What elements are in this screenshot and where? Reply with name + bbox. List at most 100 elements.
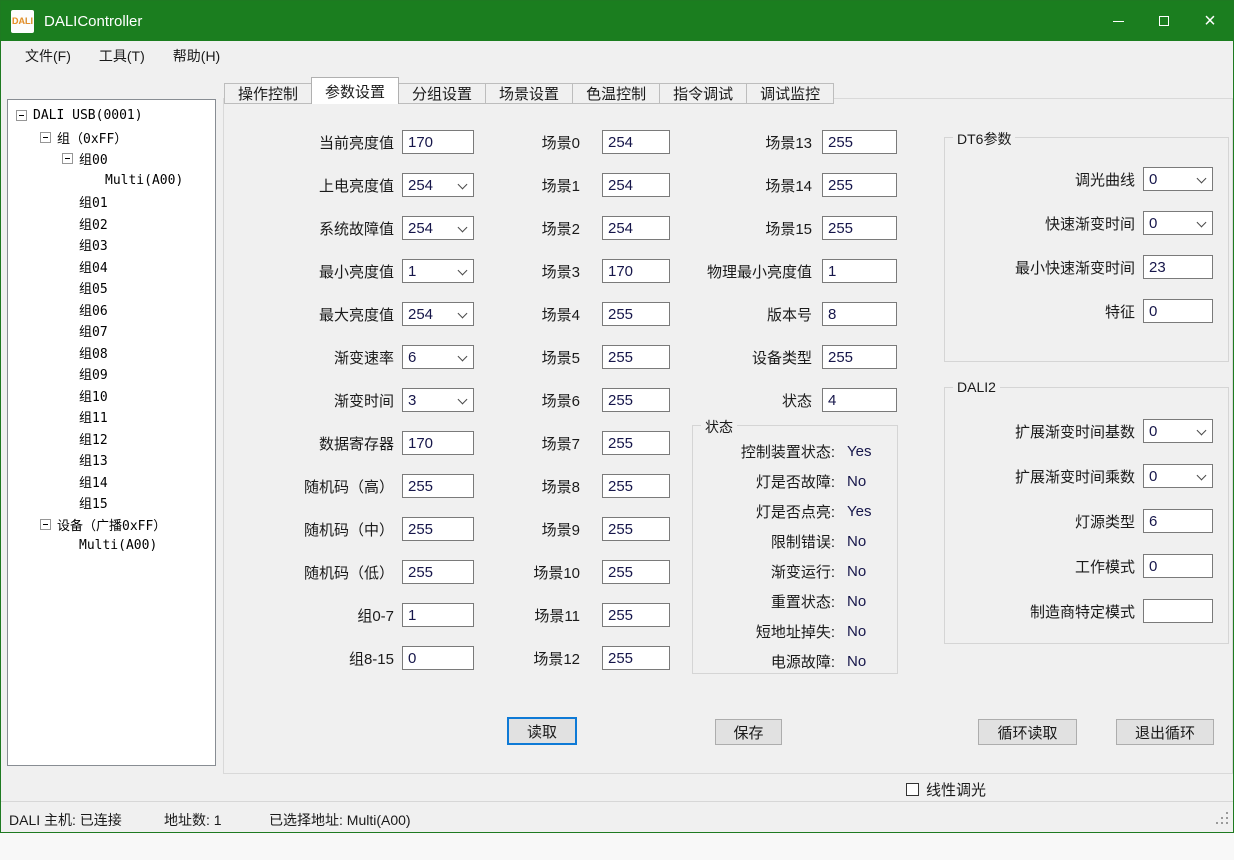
menu-help[interactable]: 帮助(H) <box>159 42 234 70</box>
tree-node[interactable]: 组15 <box>10 492 213 514</box>
menu-file[interactable]: 文件(F) <box>11 42 85 70</box>
param-input[interactable]: 1 <box>402 259 474 283</box>
scene-input[interactable]: 255 <box>602 646 670 670</box>
scene-input[interactable]: 170 <box>602 259 670 283</box>
param-value: 1 <box>828 263 836 280</box>
tree-node[interactable]: Multi(A00) <box>10 170 213 192</box>
param-input[interactable]: 254 <box>402 173 474 197</box>
tab-command-debug[interactable]: 指令调试 <box>659 83 747 104</box>
tree-node[interactable]: 组12 <box>10 428 213 450</box>
tree-node[interactable]: 组13 <box>10 449 213 471</box>
param-row: 扩展渐变时间乘数 0 <box>945 464 1228 488</box>
minimize-button[interactable] <box>1095 1 1141 41</box>
tree-node[interactable]: 组04 <box>10 256 213 278</box>
param-input[interactable]: 170 <box>402 431 474 455</box>
scene-input[interactable]: 254 <box>602 173 670 197</box>
scene-row: 场景9 255 <box>500 517 670 541</box>
close-button[interactable]: × <box>1187 1 1233 41</box>
tree-node[interactable]: DALI USB(0001) <box>10 105 213 127</box>
param-input[interactable]: 1 <box>822 259 897 283</box>
tree-collapse-icon[interactable] <box>16 110 27 121</box>
tree-node[interactable]: 组01 <box>10 191 213 213</box>
scene-input[interactable]: 255 <box>602 474 670 498</box>
param-input[interactable]: 0 <box>1143 419 1213 443</box>
tree-node[interactable]: 组07 <box>10 320 213 342</box>
tree-node[interactable]: 组09 <box>10 363 213 385</box>
tree-collapse-icon[interactable] <box>40 132 51 143</box>
param-label: 设备类型 <box>682 347 812 368</box>
read-button[interactable]: 读取 <box>507 717 577 745</box>
tree-node[interactable]: 组06 <box>10 299 213 321</box>
param-input[interactable]: 255 <box>402 560 474 584</box>
param-input[interactable] <box>1143 599 1213 623</box>
param-input[interactable]: 170 <box>402 130 474 154</box>
param-input[interactable]: 255 <box>822 130 897 154</box>
status-bar: DALI 主机: 已连接 地址数: 1 已选择地址: Multi(A00) <box>1 801 1233 833</box>
param-input[interactable]: 0 <box>1143 464 1213 488</box>
param-input[interactable]: 0 <box>1143 167 1213 191</box>
maximize-button[interactable] <box>1141 1 1187 41</box>
tree-node[interactable]: 组03 <box>10 234 213 256</box>
param-input[interactable]: 0 <box>1143 211 1213 235</box>
scene-input[interactable]: 255 <box>602 560 670 584</box>
tree-node[interactable]: Multi(A00) <box>10 535 213 557</box>
tab-operation-control[interactable]: 操作控制 <box>224 83 312 104</box>
param-input[interactable]: 0 <box>1143 299 1213 323</box>
param-input[interactable]: 255 <box>402 474 474 498</box>
scene-input[interactable]: 254 <box>602 216 670 240</box>
tab-debug-monitor[interactable]: 调试监控 <box>746 83 834 104</box>
scene-row: 场景8 255 <box>500 474 670 498</box>
param-input[interactable]: 23 <box>1143 255 1213 279</box>
param-input[interactable]: 4 <box>822 388 897 412</box>
param-input[interactable]: 255 <box>822 216 897 240</box>
tree-node[interactable]: 组02 <box>10 213 213 235</box>
exit-loop-button[interactable]: 退出循环 <box>1116 719 1214 745</box>
param-input[interactable]: 254 <box>402 216 474 240</box>
scene-input[interactable]: 255 <box>602 345 670 369</box>
scene-input[interactable]: 255 <box>602 388 670 412</box>
param-input[interactable]: 255 <box>822 345 897 369</box>
param-input[interactable]: 6 <box>402 345 474 369</box>
statusbar-selected-address: 已选择地址: Multi(A00) <box>269 810 411 830</box>
loop-read-button[interactable]: 循环读取 <box>978 719 1077 745</box>
scene-input[interactable]: 255 <box>602 517 670 541</box>
tab-parameter-settings[interactable]: 参数设置 <box>311 77 399 104</box>
param-input[interactable]: 8 <box>822 302 897 326</box>
menu-tools[interactable]: 工具(T) <box>85 42 159 70</box>
scene-label: 场景9 <box>500 519 580 540</box>
param-input[interactable]: 255 <box>822 173 897 197</box>
param-input[interactable]: 0 <box>402 646 474 670</box>
param-row: 渐变时间 3 <box>232 388 474 412</box>
param-input[interactable]: 255 <box>402 517 474 541</box>
param-input[interactable]: 1 <box>402 603 474 627</box>
param-input[interactable]: 254 <box>402 302 474 326</box>
tree-node[interactable]: 组08 <box>10 342 213 364</box>
scene-input[interactable]: 254 <box>602 130 670 154</box>
tree-node[interactable]: 设备（广播0xFF） <box>10 514 213 536</box>
tree-collapse-icon[interactable] <box>40 519 51 530</box>
tab-color-temp-control[interactable]: 色温控制 <box>572 83 660 104</box>
chevron-down-icon <box>458 223 468 233</box>
tab-grouping-settings[interactable]: 分组设置 <box>398 83 486 104</box>
linear-dimming-checkbox[interactable] <box>906 783 919 796</box>
tree-node[interactable]: 组（0xFF） <box>10 127 213 149</box>
save-button[interactable]: 保存 <box>715 719 782 745</box>
tree-node-label: 设备（广播0xFF） <box>57 515 166 534</box>
scene-input[interactable]: 255 <box>602 302 670 326</box>
tree-node-label: 组11 <box>79 407 108 426</box>
param-input[interactable]: 0 <box>1143 554 1213 578</box>
param-input[interactable]: 6 <box>1143 509 1213 533</box>
tree-node[interactable]: 组05 <box>10 277 213 299</box>
scene-input[interactable]: 255 <box>602 603 670 627</box>
tree-node[interactable]: 组11 <box>10 406 213 428</box>
param-value: 6 <box>408 349 416 366</box>
tree-node[interactable]: 组10 <box>10 385 213 407</box>
tree-collapse-icon[interactable] <box>62 153 73 164</box>
tab-scene-settings[interactable]: 场景设置 <box>485 83 573 104</box>
param-input[interactable]: 3 <box>402 388 474 412</box>
resize-grip[interactable] <box>1216 812 1228 824</box>
tree-node-label: 组03 <box>79 235 108 254</box>
tree-node[interactable]: 组14 <box>10 471 213 493</box>
scene-input[interactable]: 255 <box>602 431 670 455</box>
tree-node[interactable]: 组00 <box>10 148 213 170</box>
